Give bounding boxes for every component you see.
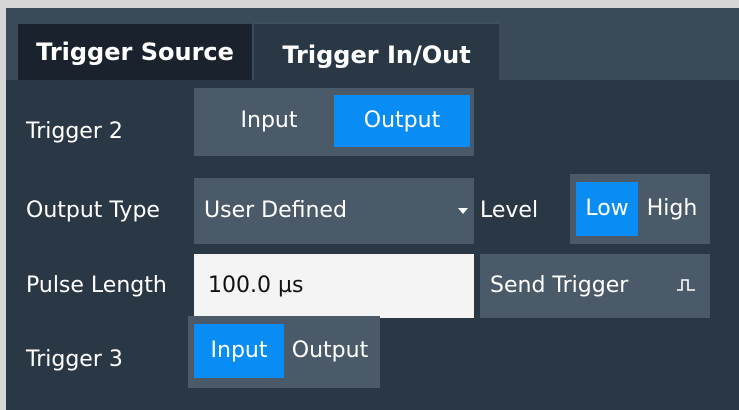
trigger2-input-option[interactable]: Input [206, 95, 332, 147]
level-low-option[interactable]: Low [576, 182, 638, 236]
trigger2-toggle: Input Output [194, 88, 474, 156]
tab-trigger-in-out[interactable]: Trigger In/Out [254, 22, 499, 86]
trigger3-toggle: Input Output [188, 316, 380, 388]
send-trigger-button[interactable]: Send Trigger [480, 254, 710, 318]
pulse-length-input[interactable]: 100.0 µs [194, 254, 474, 318]
level-toggle: Low High [570, 174, 710, 244]
pulse-length-value: 100.0 µs [208, 273, 304, 298]
tab-strip: Trigger Source Trigger In/Out [6, 8, 739, 86]
chevron-down-icon [458, 208, 468, 214]
trigger2-output-option[interactable]: Output [334, 95, 470, 147]
trigger2-label: Trigger 2 [26, 119, 123, 144]
output-type-dropdown[interactable]: User Defined [194, 178, 474, 244]
pulse-icon [677, 279, 695, 291]
tab-trigger-source[interactable]: Trigger Source [18, 24, 252, 80]
level-label: Level [480, 198, 539, 223]
output-type-value: User Defined [204, 198, 347, 223]
trigger-dialog: Trigger Source Trigger In/Out Trigger 2 … [6, 8, 739, 410]
trigger3-output-option[interactable]: Output [284, 324, 376, 378]
pulse-length-label: Pulse Length [26, 273, 167, 298]
output-type-label: Output Type [26, 198, 160, 223]
trigger3-input-option[interactable]: Input [194, 324, 284, 378]
tab-content: Trigger 2 Input Output Output Type User … [6, 80, 739, 410]
send-trigger-label: Send Trigger [490, 273, 629, 298]
trigger3-label: Trigger 3 [26, 347, 123, 372]
level-high-option[interactable]: High [638, 182, 706, 236]
